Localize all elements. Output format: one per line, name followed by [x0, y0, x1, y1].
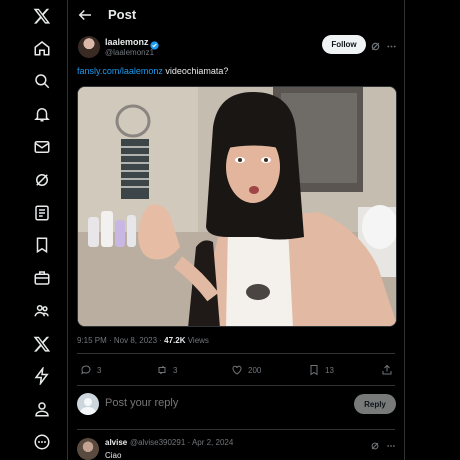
photo-illustration: [78, 87, 396, 326]
reply-button[interactable]: Reply: [354, 394, 396, 414]
lists-icon[interactable]: [28, 199, 56, 227]
bookmarks-icon[interactable]: [28, 231, 56, 259]
premium-icon[interactable]: [28, 330, 56, 358]
comment-avatar[interactable]: [77, 438, 99, 460]
bookmark-count: 13: [325, 365, 334, 375]
views-label: Views: [185, 336, 209, 345]
reply-input[interactable]: [105, 397, 305, 409]
post-column: Post laalemonz @laalemonz1 Follow fansly…: [68, 0, 405, 460]
heart-icon: [232, 365, 242, 375]
user-avatar[interactable]: [77, 393, 99, 415]
verified-orgs-icon[interactable]: [28, 362, 56, 390]
divider: [77, 353, 395, 354]
repost-action[interactable]: 3: [156, 363, 177, 377]
tweet-timestamp[interactable]: 9:15 PM · Nov 8, 2023 ·: [77, 336, 164, 345]
views-count: 47.2K: [164, 336, 186, 345]
comment-grok-icon[interactable]: [370, 438, 380, 450]
author-avatar[interactable]: [78, 36, 100, 58]
bookmark-icon: [310, 365, 318, 376]
home-icon[interactable]: [28, 34, 56, 62]
repost-count: 3: [173, 365, 178, 375]
sidebar: [0, 0, 68, 460]
comment-more-icon[interactable]: [386, 438, 396, 448]
comment-author-handle[interactable]: @alvise390291 · Apr 2, 2024: [130, 438, 233, 447]
share-icon: [382, 364, 392, 375]
verified-badge-icon: [150, 37, 159, 50]
comment-text: Ciao: [105, 451, 122, 460]
tweet-link[interactable]: fansly.com/laalemonz: [77, 66, 163, 76]
search-icon[interactable]: [28, 67, 56, 95]
reply-count: 3: [97, 365, 102, 375]
post-header: Post: [68, 0, 405, 30]
divider: [77, 429, 395, 430]
tweet-text-body: videochiamata?: [162, 66, 229, 76]
tweet-photo[interactable]: [77, 86, 397, 327]
follow-button[interactable]: Follow: [322, 35, 366, 54]
communities-icon[interactable]: [28, 297, 56, 325]
back-arrow-icon[interactable]: [76, 6, 94, 24]
like-count: 200: [248, 365, 262, 375]
right-column: [405, 0, 460, 460]
messages-icon[interactable]: [28, 133, 56, 161]
comment-author-name[interactable]: alvise: [105, 438, 127, 447]
reply-action[interactable]: 3: [80, 363, 101, 377]
share-action[interactable]: [381, 363, 393, 377]
jobs-icon[interactable]: [28, 264, 56, 292]
x-logo-icon[interactable]: [28, 2, 56, 30]
repost-icon: [158, 365, 166, 375]
author-handle[interactable]: @laalemonz1: [105, 48, 154, 57]
tweet-meta: 9:15 PM · Nov 8, 2023 · 47.2K Views: [77, 336, 209, 345]
like-action[interactable]: 200: [231, 363, 261, 377]
notifications-icon[interactable]: [28, 100, 56, 128]
more-options-icon[interactable]: [28, 428, 56, 456]
profile-icon[interactable]: [28, 395, 56, 423]
more-horizontal-icon[interactable]: [386, 39, 397, 50]
tweet-text: fansly.com/laalemonz videochiamata?: [77, 66, 228, 76]
reply-icon: [81, 365, 91, 375]
bookmark-action[interactable]: 13: [308, 363, 334, 377]
divider: [77, 385, 395, 386]
author-name[interactable]: laalemonz: [105, 37, 149, 47]
grok-explain-icon[interactable]: [370, 39, 381, 51]
grok-icon[interactable]: [28, 166, 56, 194]
page-title: Post: [108, 7, 137, 22]
